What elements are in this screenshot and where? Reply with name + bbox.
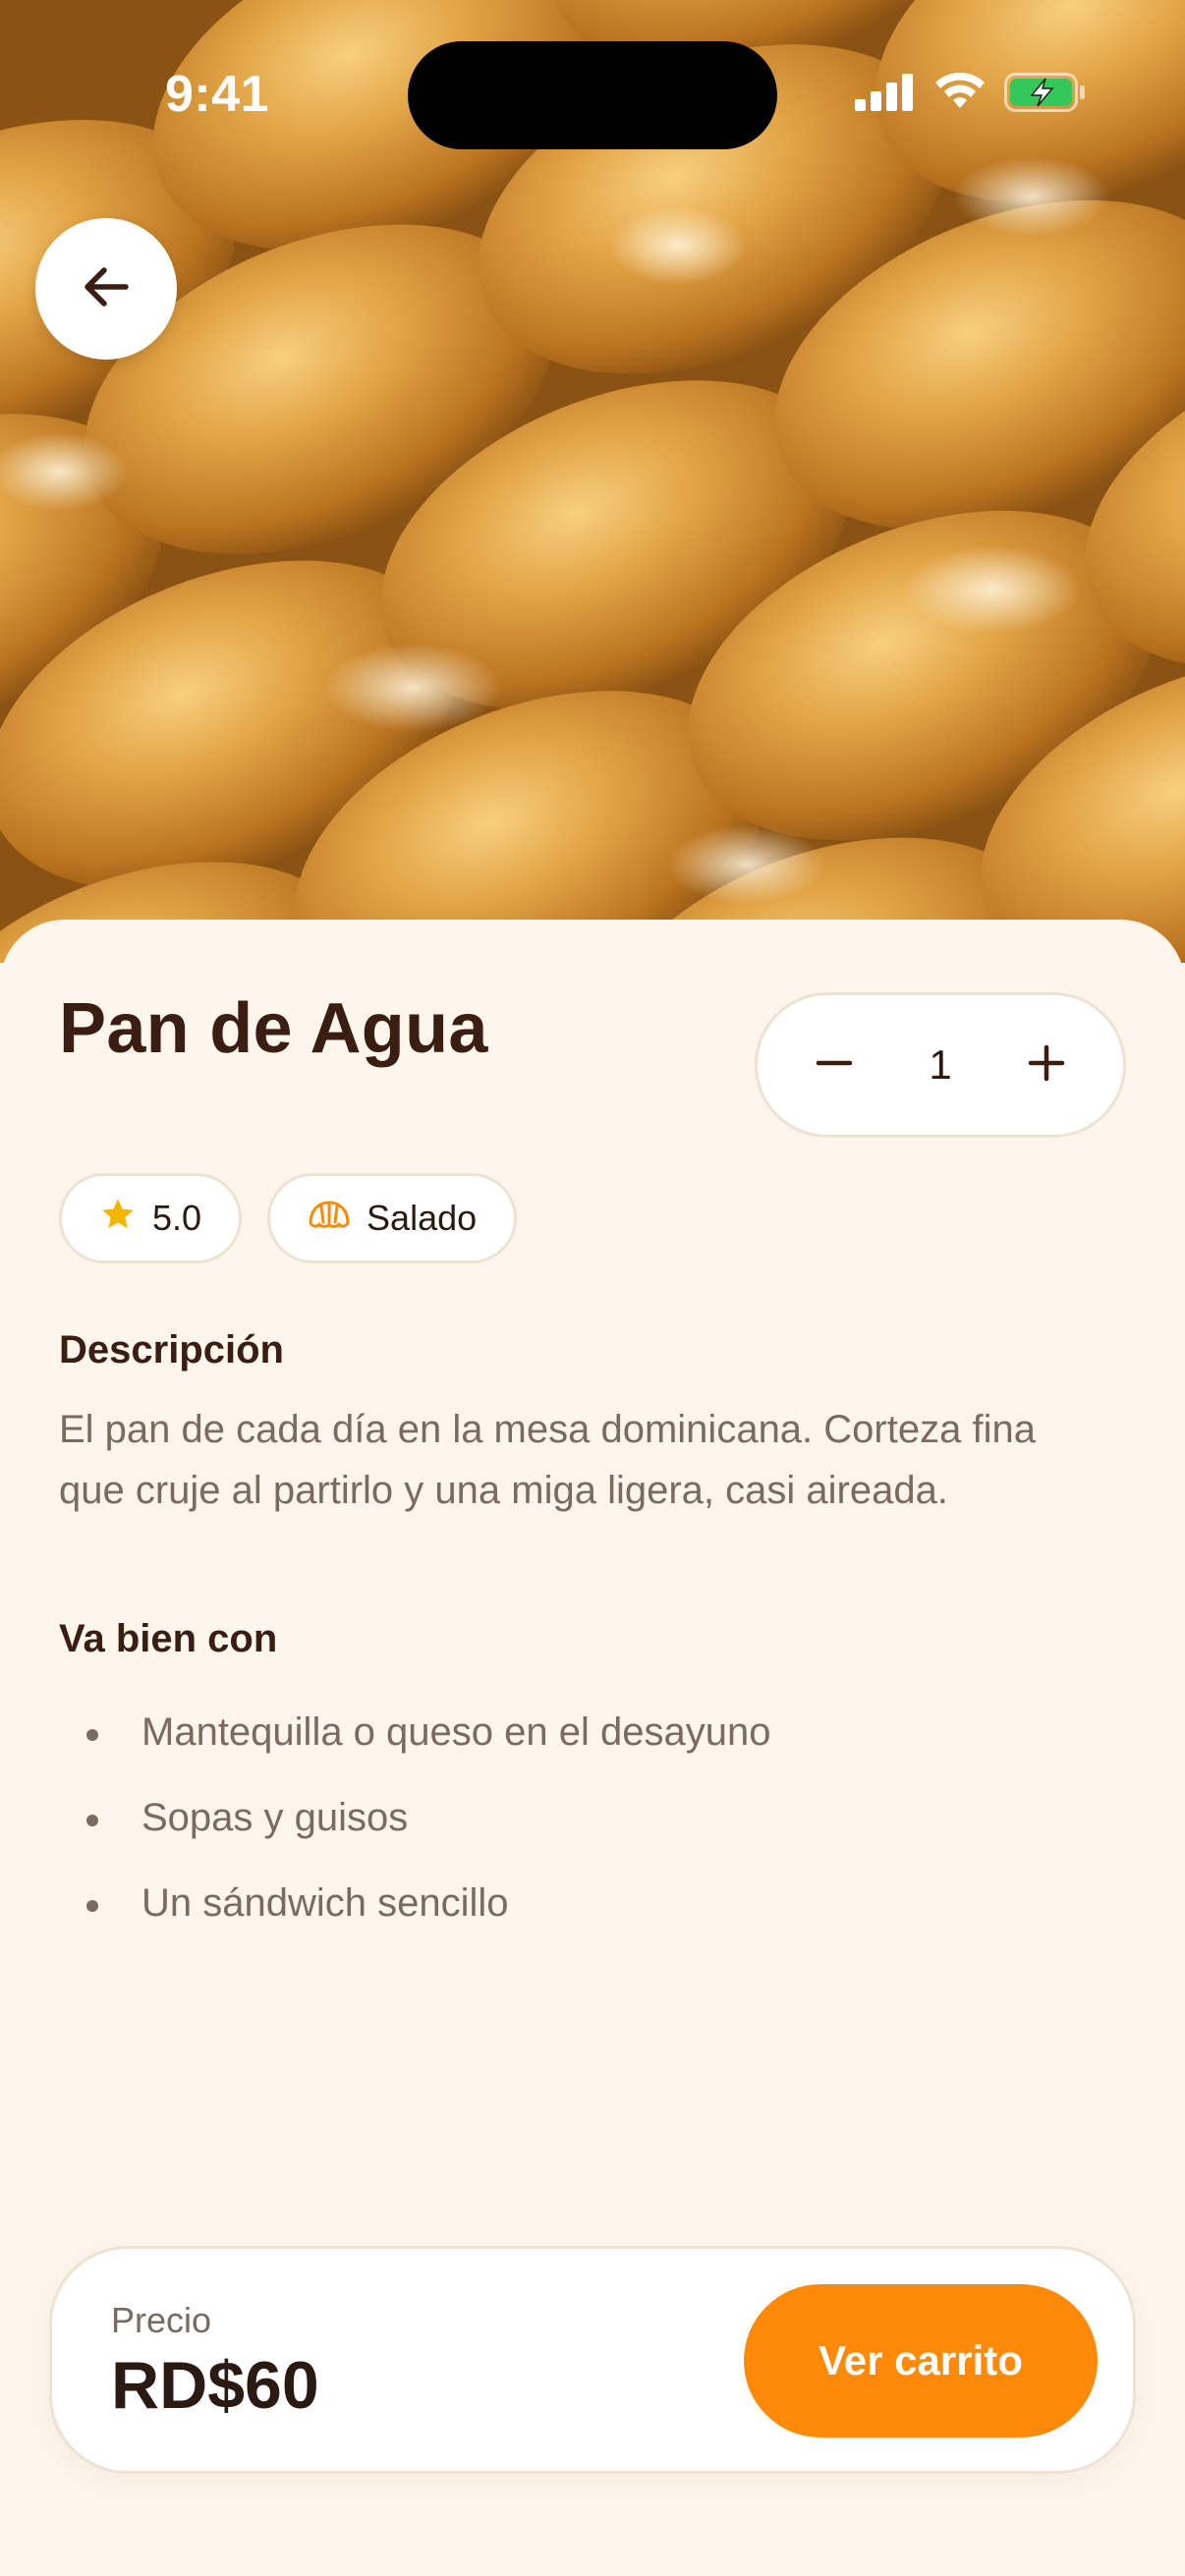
- rating-value: 5.0: [152, 1198, 202, 1238]
- arrow-left-icon: [79, 259, 134, 319]
- increase-quantity-button[interactable]: [1017, 1036, 1076, 1094]
- category-label: Salado: [367, 1198, 478, 1238]
- category-chip: Salado: [267, 1173, 518, 1263]
- croissant-icon: [308, 1198, 351, 1240]
- product-title: Pan de Agua: [59, 989, 488, 1068]
- description-heading: Descripción: [59, 1328, 284, 1372]
- wifi-icon: [933, 72, 987, 117]
- status-time: 9:41: [165, 66, 270, 123]
- price-label: Precio: [111, 2300, 212, 2340]
- rating-chip: 5.0: [59, 1173, 243, 1263]
- plus-icon: [1027, 1043, 1066, 1088]
- back-button[interactable]: [35, 218, 177, 360]
- star-icon: [99, 1196, 137, 1242]
- minus-icon: [815, 1043, 854, 1088]
- view-cart-button[interactable]: Ver carrito: [744, 2284, 1098, 2437]
- pairings-list: Mantequilla o queso en el desayuno Sopas…: [83, 1690, 770, 1946]
- quantity-value: 1: [929, 1041, 952, 1088]
- status-icons: [855, 72, 1087, 117]
- list-item: Un sándwich sencillo: [83, 1861, 770, 1946]
- price-bar: Precio RD$60 Ver carrito: [49, 2246, 1136, 2474]
- quantity-stepper: 1: [755, 992, 1126, 1138]
- dynamic-island: [408, 41, 777, 149]
- battery-charging-icon: [1004, 73, 1087, 117]
- product-tags: 5.0 Salado: [59, 1173, 518, 1263]
- price-value: RD$60: [111, 2348, 319, 2423]
- list-item: Sopas y guisos: [83, 1775, 770, 1861]
- status-bar: 9:41: [0, 0, 1185, 196]
- pairings-heading: Va bien con: [59, 1617, 278, 1660]
- list-item: Mantequilla o queso en el desayuno: [83, 1690, 770, 1775]
- description-text: El pan de cada día en la mesa dominicana…: [59, 1408, 1036, 1512]
- cellular-signal-icon: [855, 74, 916, 116]
- decrease-quantity-button[interactable]: [805, 1036, 864, 1094]
